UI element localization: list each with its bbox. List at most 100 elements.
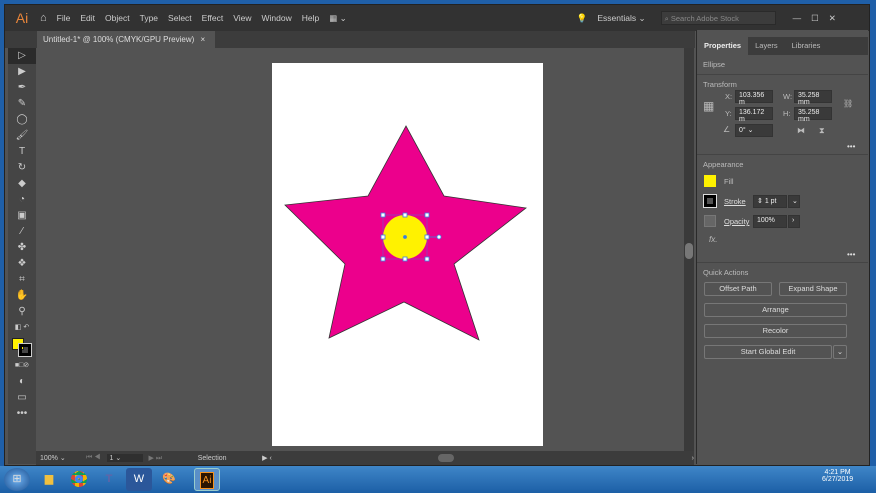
- maximize-button[interactable]: ☐: [806, 13, 824, 24]
- screen-mode-icon[interactable]: ▭: [8, 390, 36, 406]
- zoom-tool-icon[interactable]: ⚲: [8, 304, 36, 320]
- clock[interactable]: 4:21 PM 6/27/2019: [822, 469, 853, 483]
- draw-mode-icon[interactable]: ◐: [8, 374, 36, 390]
- reference-point-icon[interactable]: ▦: [703, 99, 714, 113]
- rotate-tool-icon[interactable]: ↻: [8, 160, 36, 176]
- start-global-edit-button[interactable]: Start Global Edit: [704, 345, 832, 359]
- shape-builder-icon[interactable]: ◔: [8, 192, 36, 208]
- flip-vertical-icon[interactable]: ⧗: [819, 126, 825, 136]
- x-field[interactable]: 103.356 m: [735, 90, 773, 106]
- home-icon[interactable]: ⌂: [35, 12, 52, 24]
- fill-color-swatch[interactable]: [704, 175, 716, 187]
- menu-select[interactable]: Select: [163, 13, 197, 23]
- file-explorer-icon[interactable]: ▆: [36, 468, 62, 491]
- more-tools-icon[interactable]: •••: [8, 406, 36, 422]
- expand-shape-button[interactable]: Expand Shape: [779, 282, 847, 296]
- opacity-field[interactable]: 100%: [753, 215, 787, 228]
- document-tab-title: Untitled-1* @ 100% (CMYK/GPU Preview): [43, 35, 195, 44]
- minimize-button[interactable]: —: [788, 13, 807, 23]
- stroke-weight-dropdown[interactable]: ⌄: [788, 195, 800, 208]
- color-mode-icons[interactable]: ■□⊘: [8, 358, 36, 374]
- artboard-nav-next[interactable]: ▶ ⏭: [149, 454, 163, 463]
- scroll-right-arrow[interactable]: ›: [692, 455, 694, 462]
- height-field[interactable]: 35.258 mm: [794, 107, 832, 123]
- pen-tool-icon[interactable]: ✒: [8, 80, 36, 96]
- type-tool-icon[interactable]: T: [8, 144, 36, 160]
- tools-panel: ▷ ▶ ✒ ✎ ◯ 🖌 T ↻ ◆ ◔ ▣ ⁄ ✤ ❖ ⌗ ✋ ⚲ ◧ ↶ ■□…: [8, 48, 36, 464]
- clock-date: 6/27/2019: [822, 476, 854, 483]
- swap-colors-icon[interactable]: ◧ ↶: [8, 320, 36, 336]
- recolor-button[interactable]: Recolor: [704, 324, 847, 338]
- stroke-color-swatch[interactable]: [703, 194, 717, 208]
- close-button[interactable]: ✕: [824, 13, 841, 24]
- canvas[interactable]: [36, 48, 684, 451]
- paintbrush-tool-icon[interactable]: 🖌: [8, 128, 36, 144]
- stroke-swatch[interactable]: [18, 343, 32, 357]
- fill-stroke-swatches[interactable]: [8, 336, 36, 358]
- stroke-label[interactable]: Stroke: [724, 197, 746, 206]
- properties-panel: Properties Layers Libraries Ellipse Tran…: [696, 30, 868, 464]
- menu-object[interactable]: Object: [100, 13, 135, 23]
- menu-type[interactable]: Type: [135, 13, 163, 23]
- menu-view[interactable]: View: [228, 13, 256, 23]
- chrome-icon[interactable]: [66, 468, 92, 491]
- search-stock-input[interactable]: ⌕ Search Adobe Stock: [660, 11, 776, 25]
- opacity-label[interactable]: Opacity: [724, 217, 749, 226]
- start-button[interactable]: ⊞: [4, 468, 30, 491]
- more-options-icon[interactable]: •••: [847, 142, 855, 151]
- horizontal-scrollbar[interactable]: [278, 453, 686, 463]
- symbol-sprayer-icon[interactable]: ❖: [8, 256, 36, 272]
- artboard-nav-prev[interactable]: ⏮ ◀: [86, 454, 101, 462]
- tab-properties[interactable]: Properties: [697, 37, 749, 55]
- illustrator-taskbar-icon[interactable]: Ai: [194, 468, 220, 491]
- blend-tool-icon[interactable]: ✤: [8, 240, 36, 256]
- artboard-tool-icon[interactable]: ⌗: [8, 272, 36, 288]
- document-tab[interactable]: Untitled-1* @ 100% (CMYK/GPU Preview) ×: [37, 31, 215, 48]
- artboard-select[interactable]: 1 ⌄: [106, 454, 143, 462]
- tab-libraries[interactable]: Libraries: [785, 37, 828, 55]
- more-options-icon[interactable]: •••: [847, 250, 855, 259]
- gradient-tool-icon[interactable]: ▣: [8, 208, 36, 224]
- ellipse-tool-icon[interactable]: ◯: [8, 112, 36, 128]
- paint-icon[interactable]: 🎨: [156, 468, 182, 491]
- teams-icon[interactable]: T: [96, 468, 122, 491]
- zoom-value: 100%: [40, 455, 58, 462]
- opacity-arrow[interactable]: ›: [788, 215, 800, 228]
- menu-bar: Ai ⌂ File Edit Object Type Select Effect…: [5, 5, 869, 31]
- h-scroll-thumb[interactable]: [437, 454, 454, 462]
- zoom-select[interactable]: 100% ⌄: [40, 454, 80, 462]
- eyedropper-tool-icon[interactable]: ⁄: [8, 224, 36, 240]
- workspace-label: Essentials: [597, 12, 637, 23]
- menu-file[interactable]: File: [52, 13, 76, 23]
- y-field[interactable]: 136.172 m: [735, 107, 773, 123]
- document-tab-bar: Untitled-1* @ 100% (CMYK/GPU Preview) ×: [5, 31, 695, 48]
- status-menu-arrow[interactable]: ▶ ‹: [262, 454, 272, 462]
- hand-tool-icon[interactable]: ✋: [8, 288, 36, 304]
- eraser-tool-icon[interactable]: ◆: [8, 176, 36, 192]
- word-icon[interactable]: W: [126, 468, 152, 491]
- width-field[interactable]: 35.258 mm: [794, 90, 832, 106]
- flip-horizontal-icon[interactable]: ⧓: [797, 126, 805, 135]
- arrange-documents-icon[interactable]: ▦ ⌄: [324, 13, 352, 24]
- angle-value: 0°: [739, 127, 746, 134]
- arrange-button[interactable]: Arrange: [704, 303, 847, 317]
- menu-effect[interactable]: Effect: [197, 13, 229, 23]
- curvature-tool-icon[interactable]: ✎: [8, 96, 36, 112]
- close-tab-icon[interactable]: ×: [201, 35, 206, 44]
- menu-edit[interactable]: Edit: [75, 13, 100, 23]
- stroke-weight-field[interactable]: ⇕ 1 pt: [753, 195, 787, 208]
- lightbulb-icon[interactable]: 💡: [572, 13, 593, 24]
- global-edit-dropdown[interactable]: ⌄: [833, 345, 847, 359]
- direct-selection-tool-icon[interactable]: ▶: [8, 64, 36, 80]
- menu-window[interactable]: Window: [257, 13, 297, 23]
- offset-path-button[interactable]: Offset Path: [704, 282, 772, 296]
- selection-tool-icon[interactable]: ▷: [8, 48, 36, 64]
- scroll-thumb[interactable]: [685, 243, 693, 259]
- tab-layers[interactable]: Layers: [748, 37, 785, 55]
- constrain-proportions-icon[interactable]: ⛓: [843, 99, 853, 108]
- fx-icon[interactable]: fx.: [709, 235, 717, 244]
- rotate-select[interactable]: 0° ⌄: [735, 124, 773, 137]
- workspace-switcher[interactable]: Essentials ⌄: [592, 13, 650, 24]
- menu-help[interactable]: Help: [297, 13, 324, 23]
- vertical-scrollbar[interactable]: [684, 48, 694, 451]
